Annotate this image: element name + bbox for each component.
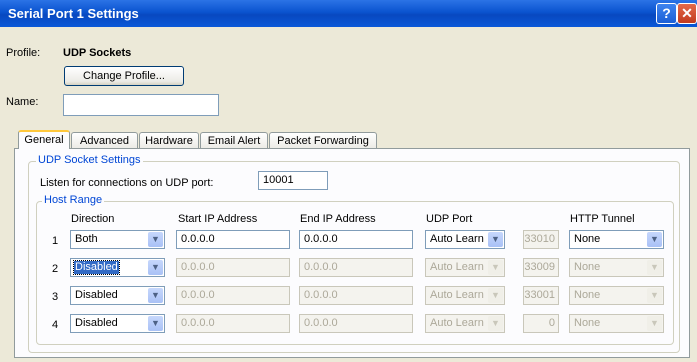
http-tunnel-select[interactable]: None ▼ (569, 230, 664, 249)
listen-port-label: Listen for connections on UDP port: (40, 177, 214, 189)
name-field[interactable] (63, 94, 219, 116)
http-tunnel-select: None ▼ (569, 286, 664, 305)
end-ip-input: 0.0.0.0 (299, 258, 413, 277)
chevron-down-icon: ▼ (647, 260, 662, 275)
start-ip-input: 0.0.0.0 (176, 258, 290, 277)
chevron-down-icon[interactable]: ▼ (148, 232, 163, 247)
header-direction: Direction (71, 213, 115, 225)
header-udp-port: UDP Port (426, 213, 473, 225)
tab-hardware[interactable]: Hardware (139, 132, 199, 148)
profile-label: Profile: (6, 47, 41, 59)
row-index: 1 (52, 235, 59, 247)
direction-select[interactable]: Both ▼ (70, 230, 165, 249)
general-tab-panel: UDP Socket Settings Listen for connectio… (14, 148, 690, 358)
direction-select[interactable]: Disabled ▼ (70, 286, 165, 305)
direction-select[interactable]: Disabled ▼ (70, 314, 165, 333)
tab-general[interactable]: General (18, 130, 70, 149)
chevron-down-icon[interactable]: ▼ (647, 232, 662, 247)
row-index: 4 (52, 319, 59, 331)
chevron-down-icon: ▼ (488, 260, 503, 275)
host-range-title: Host Range (42, 194, 105, 206)
end-ip-input: 0.0.0.0 (299, 314, 413, 333)
help-button[interactable]: ? (656, 3, 677, 24)
chevron-down-icon: ▼ (488, 316, 503, 331)
chevron-down-icon: ▼ (647, 316, 662, 331)
window-title: Serial Port 1 Settings (8, 6, 139, 21)
http-tunnel-select: None ▼ (569, 314, 664, 333)
chevron-down-icon[interactable]: ▼ (148, 260, 163, 275)
listen-port-input[interactable]: 10001 (258, 171, 328, 190)
header-end-ip: End IP Address (300, 213, 376, 225)
udp-port-input[interactable]: 33010 (523, 230, 559, 249)
header-start-ip: Start IP Address (178, 213, 258, 225)
end-ip-input: 0.0.0.0 (299, 286, 413, 305)
title-bar: Serial Port 1 Settings ? ✕ (0, 0, 697, 27)
direction-select[interactable]: Disabled ▼ (70, 258, 165, 277)
start-ip-input: 0.0.0.0 (176, 286, 290, 305)
http-tunnel-select: None ▼ (569, 258, 664, 277)
close-button[interactable]: ✕ (677, 3, 697, 24)
tab-email-alert[interactable]: Email Alert (200, 132, 268, 148)
row-index: 3 (52, 291, 59, 303)
start-ip-input: 0.0.0.0 (176, 314, 290, 333)
chevron-down-icon[interactable]: ▼ (148, 288, 163, 303)
chevron-down-icon: ▼ (488, 288, 503, 303)
chevron-down-icon[interactable]: ▼ (148, 316, 163, 331)
udp-port-mode-select: Auto Learn ▼ (425, 258, 505, 277)
udp-port-input: 33009 (523, 258, 559, 277)
change-profile-button[interactable]: Change Profile... (64, 66, 184, 86)
name-label: Name: (6, 96, 39, 108)
header-http-tunnel: HTTP Tunnel (570, 213, 635, 225)
udp-port-mode-select: Auto Learn ▼ (425, 286, 505, 305)
end-ip-input[interactable]: 0.0.0.0 (299, 230, 413, 249)
row-index: 2 (52, 263, 59, 275)
chevron-down-icon: ▼ (647, 288, 662, 303)
start-ip-input[interactable]: 0.0.0.0 (176, 230, 290, 249)
profile-value: UDP Sockets (63, 47, 132, 59)
chevron-down-icon[interactable]: ▼ (488, 232, 503, 247)
udp-port-mode-select: Auto Learn ▼ (425, 314, 505, 333)
udp-port-input: 33001 (523, 286, 559, 305)
udp-socket-settings-title: UDP Socket Settings (36, 154, 143, 166)
udp-port-mode-select[interactable]: Auto Learn ▼ (425, 230, 505, 249)
tab-advanced[interactable]: Advanced (71, 132, 138, 148)
udp-port-input: 0 (523, 314, 559, 333)
tab-packet-forwarding[interactable]: Packet Forwarding (269, 132, 377, 148)
